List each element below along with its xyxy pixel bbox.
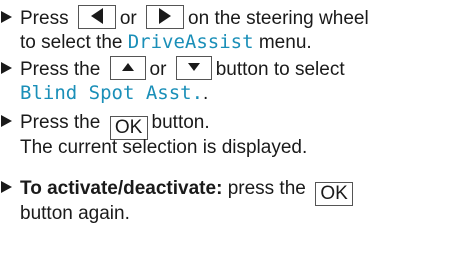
step-1-line-2: to select the DriveAssist menu.: [0, 30, 455, 55]
step-3-text-a: Press the: [20, 112, 101, 133]
step-1-text-a: Press: [20, 8, 69, 29]
step-3-line-2: The current selection is displayed.: [0, 135, 455, 160]
step-1-text-c: on the steering wheel: [188, 8, 369, 29]
bullet-triangle-icon: [1, 181, 12, 193]
step-2-text-a: Press the: [20, 59, 101, 80]
step-2-end-period: .: [203, 83, 209, 104]
step-2-text-c: button to select: [215, 59, 345, 80]
up-arrow-key-icon: [109, 56, 146, 80]
step-1-text-d: to select the: [20, 32, 123, 53]
ok-key: OK: [315, 182, 354, 206]
display-text-blind-spot-asst: Blind Spot Asst.: [20, 82, 204, 104]
step-4: To activate/deactivate: press the OK but…: [0, 176, 455, 226]
step-4-bold-label: To activate/deactivate:: [20, 178, 223, 199]
step-1: Press or on the steering wheel to select…: [0, 5, 455, 55]
step-1-text-e: menu.: [258, 32, 312, 53]
left-arrow-key-icon: [77, 5, 116, 29]
step-1-line-1: Press or on the steering wheel: [0, 5, 455, 30]
step-3-text-b: button.: [151, 112, 210, 133]
step-4-text-a: press the: [227, 178, 306, 199]
step-2-line-2: Blind Spot Asst..: [0, 81, 455, 106]
step-4-text-b: button again.: [20, 203, 130, 224]
step-3-text-c: The current selection is displayed.: [20, 137, 308, 158]
step-4-line-2: button again.: [0, 201, 455, 226]
bullet-triangle-icon: [1, 62, 12, 74]
step-4-line-1: To activate/deactivate: press the OK: [0, 176, 455, 206]
bullet-triangle-icon: [1, 11, 12, 23]
step-2: Press the or button to select Blind Spot…: [0, 56, 455, 106]
right-arrow-key-icon: [146, 5, 185, 29]
display-text-driveassist: DriveAssist: [127, 31, 254, 53]
step-2-line-1: Press the or button to select: [0, 56, 455, 81]
step-3: Press the OK button. The current selectio…: [0, 110, 455, 160]
step-2-text-b: or: [149, 59, 167, 80]
bullet-triangle-icon: [1, 115, 12, 127]
step-1-text-b: or: [119, 8, 137, 29]
down-arrow-key-icon: [175, 56, 212, 80]
instruction-list: Press or on the steering wheel to select…: [0, 0, 457, 258]
step-3-line-1: Press the OK button.: [0, 110, 455, 140]
